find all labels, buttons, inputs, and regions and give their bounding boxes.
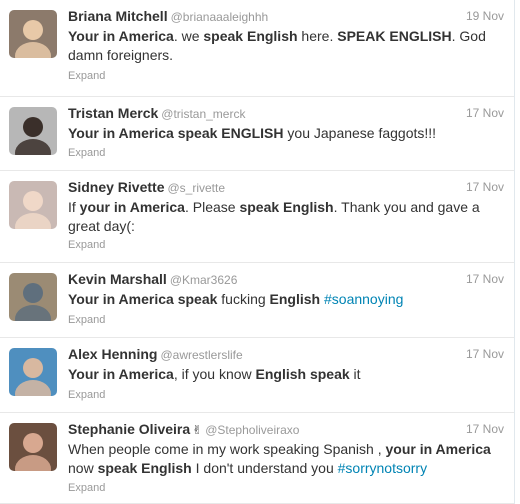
hashtag-link[interactable]: #sorrynotsorry <box>338 460 427 476</box>
user-name[interactable]: Stephanie Oliveira <box>68 421 190 437</box>
highlighted-text: speak English <box>239 199 334 215</box>
profile-photo-icon[interactable] <box>9 423 57 471</box>
user-handle[interactable]: @Stepholiveiraxo <box>205 423 299 437</box>
highlighted-text: English speak <box>255 366 350 382</box>
tweet-text: Your in America. we speak English here. … <box>68 27 504 65</box>
user-name[interactable]: Tristan Merck <box>68 105 158 121</box>
tweet-timestamp[interactable]: 17 Nov <box>466 106 504 120</box>
tweet-text: Your in America, if you know English spe… <box>68 365 504 384</box>
text-segment: . we <box>173 28 204 44</box>
highlighted-text: SPEAK ENGLISH <box>337 28 452 44</box>
profile-photo-icon[interactable] <box>9 273 57 321</box>
text-segment: When people come in my work speaking Spa… <box>68 441 386 457</box>
text-segment: . Please <box>184 199 240 215</box>
highlighted-text: your in America <box>79 199 185 215</box>
tweet-row[interactable]: Tristan Merck @tristan_merck 17 Nov Your in… <box>0 97 514 171</box>
scroll-edge <box>515 0 520 504</box>
highlighted-text: English <box>269 291 321 307</box>
profile-photo-icon[interactable] <box>9 348 57 396</box>
tweet-timestamp[interactable]: 17 Nov <box>466 272 504 286</box>
highlighted-text: Your in America speak ENGLISH <box>68 125 284 141</box>
tweet-row[interactable]: Briana Mitchell @brianaaaleighhh 19 Nov You… <box>0 0 514 97</box>
tweet-row[interactable]: Kevin Marshall @Kmar3626 17 Nov Your in Ame… <box>0 263 514 338</box>
tweet-header: Briana Mitchell @brianaaaleighhh 19 Nov <box>68 8 504 28</box>
highlighted-text: speak English <box>97 460 192 476</box>
tweet-header: Kevin Marshall @Kmar3626 17 Nov <box>68 271 504 291</box>
tweet-timestamp[interactable]: 17 Nov <box>466 180 504 194</box>
text-segment: it <box>349 366 361 382</box>
user-handle[interactable]: @Kmar3626 <box>170 273 238 287</box>
user-name[interactable]: Sidney Rivette <box>68 179 164 195</box>
text-segment: you Japanese faggots!!! <box>283 125 437 141</box>
user-handle[interactable]: @awrestlerslife <box>160 348 242 362</box>
tweet-stream: Briana Mitchell @brianaaaleighhh 19 Nov You… <box>0 0 515 504</box>
user-name[interactable]: Alex Henning <box>68 346 157 362</box>
expand-link[interactable]: Expand <box>68 147 105 159</box>
tweet-text: If your in America. Please speak English… <box>68 198 504 236</box>
profile-photo-icon[interactable] <box>9 10 57 58</box>
hashtag-link[interactable]: #soannoying <box>324 291 403 307</box>
tweet-row[interactable]: Stephanie Oliveira ✌ @Stepholiveiraxo 17 No… <box>0 413 514 504</box>
tweet-header: Sidney Rivette @s_rivette 17 Nov <box>68 179 504 199</box>
expand-link[interactable]: Expand <box>68 314 105 326</box>
text-segment: I don't understand you <box>191 460 338 476</box>
user-name[interactable]: Kevin Marshall <box>68 271 167 287</box>
highlighted-text: Your in America <box>68 366 174 382</box>
tweet-row[interactable]: Sidney Rivette @s_rivette 17 Nov If your in… <box>0 171 514 263</box>
expand-link[interactable]: Expand <box>68 389 105 401</box>
user-handle[interactable]: @s_rivette <box>167 181 225 195</box>
highlighted-text: speak English <box>203 28 298 44</box>
tweet-header: Stephanie Oliveira ✌ @Stepholiveiraxo 17 No… <box>68 421 504 441</box>
tweet-text: When people come in my work speaking Spa… <box>68 440 504 478</box>
expand-link[interactable]: Expand <box>68 482 105 494</box>
text-segment: here. <box>297 28 338 44</box>
user-handle[interactable]: @brianaaaleighhh <box>171 10 269 24</box>
expand-link[interactable]: Expand <box>68 70 105 82</box>
highlighted-text: Your in America speak <box>68 291 218 307</box>
tweet-text: Your in America speak ENGLISH you Japane… <box>68 124 504 143</box>
user-name[interactable]: Briana Mitchell <box>68 8 168 24</box>
text-segment: , if you know <box>173 366 256 382</box>
expand-link[interactable]: Expand <box>68 239 105 251</box>
text-segment: If <box>68 199 80 215</box>
tweet-timestamp[interactable]: 17 Nov <box>466 422 504 436</box>
tweet-header: Alex Henning @awrestlerslife 17 Nov <box>68 346 504 366</box>
tweet-row[interactable]: Alex Henning @awrestlerslife 17 Nov Your in… <box>0 338 514 413</box>
user-handle[interactable]: @tristan_merck <box>161 107 245 121</box>
text-segment: fucking <box>217 291 270 307</box>
victory-hand-emoji: ✌ <box>192 423 203 437</box>
profile-photo-icon[interactable] <box>9 181 57 229</box>
highlighted-text: your in America <box>385 441 491 457</box>
profile-photo-icon[interactable] <box>9 107 57 155</box>
highlighted-text: Your in America <box>68 28 174 44</box>
tweet-timestamp[interactable]: 17 Nov <box>466 347 504 361</box>
text-segment: now <box>68 460 98 476</box>
tweet-text: Your in America speak fucking English #s… <box>68 290 504 309</box>
tweet-timestamp[interactable]: 19 Nov <box>466 9 504 23</box>
tweet-header: Tristan Merck @tristan_merck 17 Nov <box>68 105 504 125</box>
